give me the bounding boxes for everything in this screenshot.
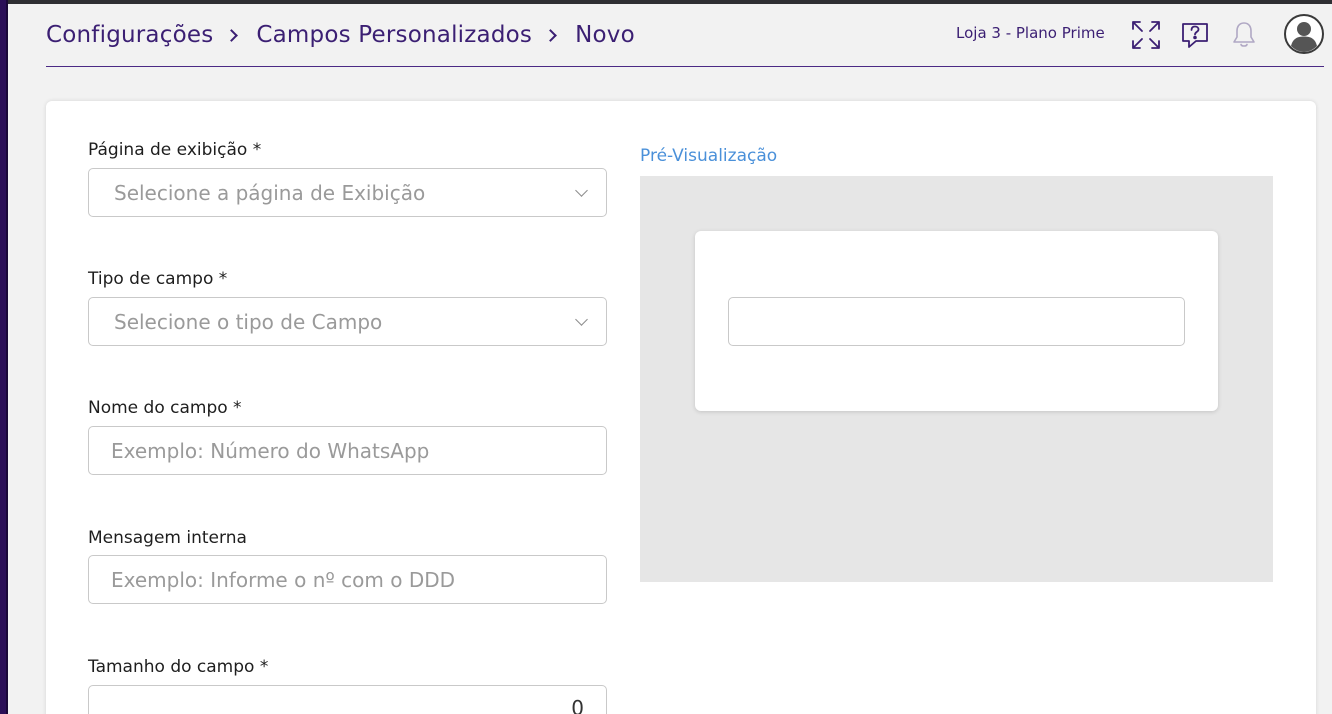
- breadcrumb-item-configuracoes[interactable]: Configurações: [46, 22, 213, 48]
- field-size-input[interactable]: 0: [88, 685, 607, 714]
- field-size-value: 0: [571, 696, 584, 714]
- bell-icon[interactable]: [1227, 18, 1261, 52]
- field-type-placeholder: Selecione o tipo de Campo: [114, 310, 383, 334]
- help-chat-icon[interactable]: [1178, 18, 1212, 52]
- field-type-select[interactable]: Selecione o tipo de Campo: [88, 297, 607, 346]
- user-avatar-icon[interactable]: [1284, 14, 1324, 54]
- breadcrumb-item-novo: Novo: [575, 22, 635, 48]
- display-page-placeholder: Selecione a página de Exibição: [114, 181, 426, 205]
- form-card: Página de exibição * Selecione a página …: [46, 101, 1316, 714]
- preview-area: [640, 176, 1273, 582]
- internal-message-label: Mensagem interna: [88, 528, 247, 548]
- field-type-label: Tipo de campo *: [88, 269, 228, 289]
- field-size-label: Tamanho do campo *: [88, 657, 269, 677]
- breadcrumb: Configurações Campos Personalizados Novo: [46, 19, 635, 51]
- display-page-select[interactable]: Selecione a página de Exibição: [88, 168, 607, 217]
- store-plan-label[interactable]: Loja 3 - Plano Prime: [956, 24, 1105, 42]
- field-name-input[interactable]: Exemplo: Número do WhatsApp: [88, 426, 607, 475]
- sidebar-edge: [0, 0, 8, 714]
- chevron-down-icon: [575, 184, 588, 197]
- expand-icon[interactable]: [1129, 18, 1163, 52]
- chevron-down-icon: [575, 313, 588, 326]
- preview-title: Pré-Visualização: [640, 146, 778, 166]
- preview-card: [695, 231, 1218, 411]
- page-header: Configurações Campos Personalizados Novo…: [46, 4, 1324, 67]
- breadcrumb-item-campos-personalizados[interactable]: Campos Personalizados: [256, 22, 532, 48]
- internal-message-input[interactable]: Exemplo: Informe o nº com o DDD: [88, 555, 607, 604]
- internal-message-placeholder: Exemplo: Informe o nº com o DDD: [111, 568, 456, 592]
- display-page-label: Página de exibição *: [88, 140, 262, 160]
- field-name-label: Nome do campo *: [88, 398, 242, 418]
- preview-input[interactable]: [728, 297, 1185, 346]
- breadcrumb-separator-icon: [544, 28, 557, 42]
- field-name-placeholder: Exemplo: Número do WhatsApp: [111, 439, 430, 463]
- breadcrumb-separator-icon: [225, 28, 239, 42]
